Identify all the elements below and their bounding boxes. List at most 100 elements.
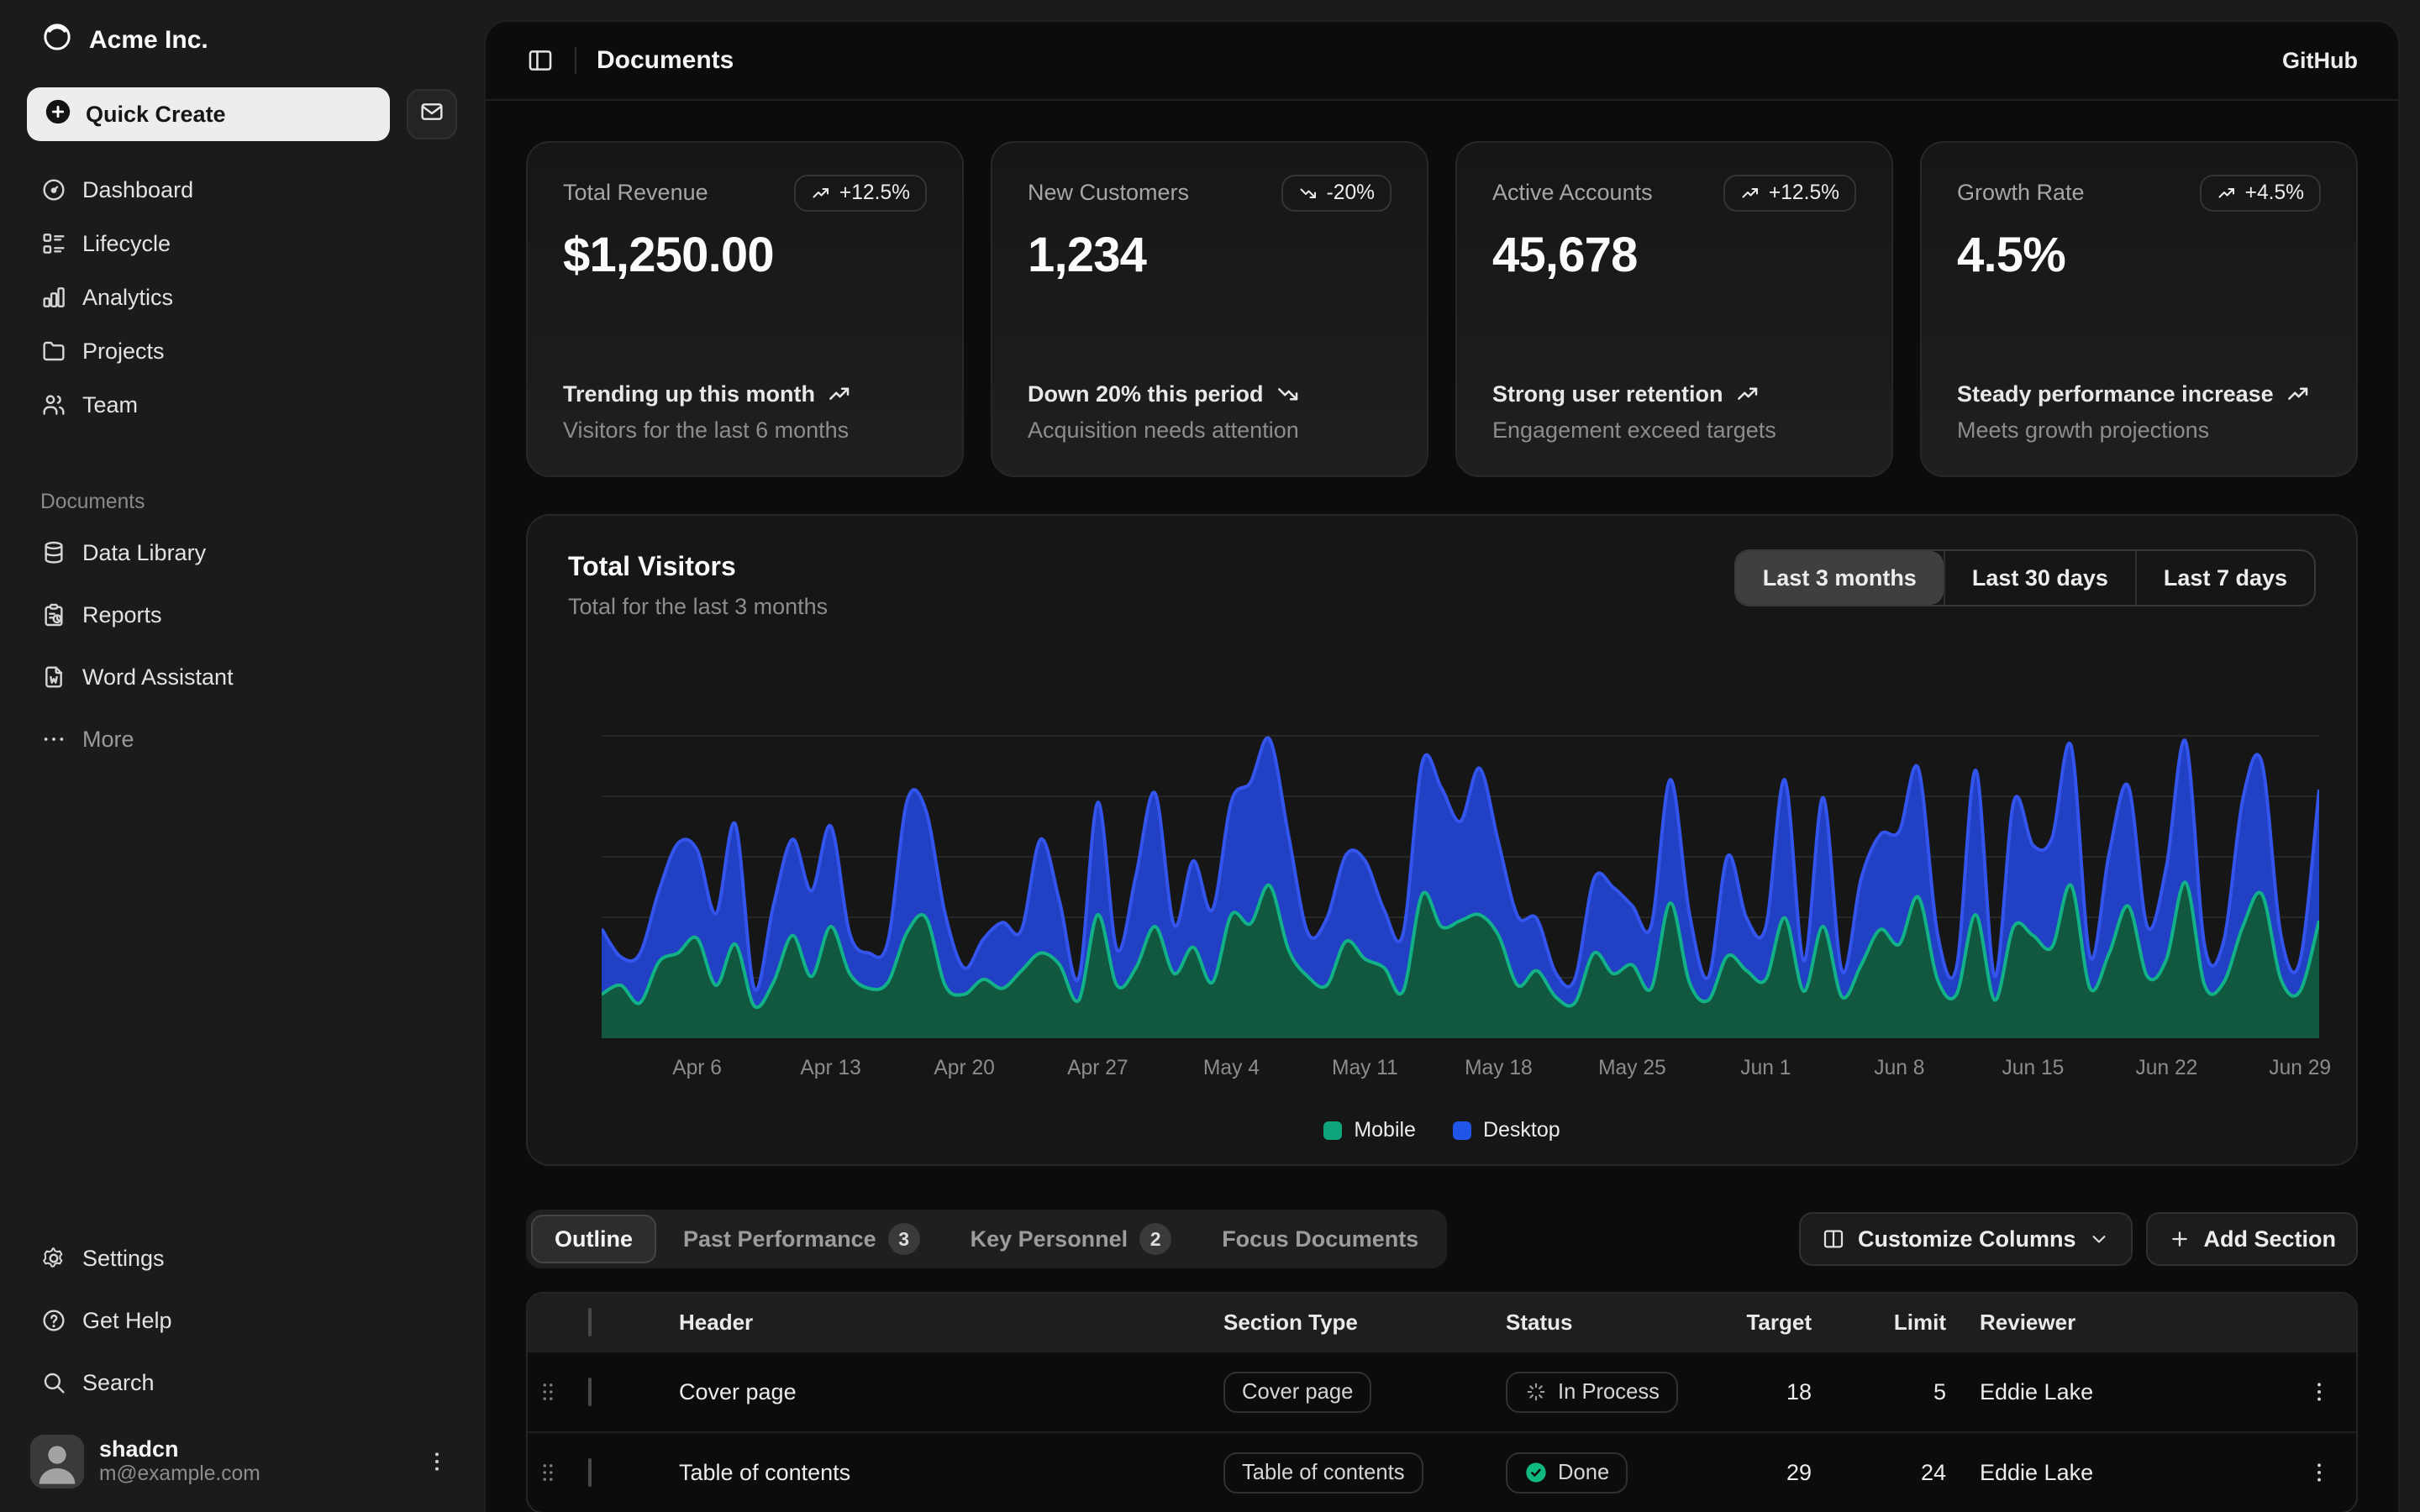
sidebar-item-analytics[interactable]: Analytics <box>27 272 457 323</box>
tab-label: Key Personnel <box>971 1226 1128 1252</box>
trend-badge: -20% <box>1281 175 1392 212</box>
range-button-last-3-months[interactable]: Last 3 months <box>1736 551 1944 605</box>
file-word-icon <box>40 664 67 690</box>
database-icon <box>40 539 67 566</box>
sidebar-item-team[interactable]: Team <box>27 380 457 430</box>
sidebar-item-projects[interactable]: Projects <box>27 326 457 376</box>
stat-card-value: $1,250.00 <box>563 227 927 283</box>
chart-legend: Mobile Desktop <box>528 1118 2356 1142</box>
stat-card-new-customers: New Customers -20% 1,234 Down 20% this p… <box>991 141 1428 477</box>
quick-create-label: Quick Create <box>86 102 226 128</box>
cell-reviewer[interactable]: Eddie Lake <box>1946 1460 2282 1486</box>
chevron-down-icon <box>2087 1227 2111 1251</box>
legend-swatch <box>1323 1121 1342 1140</box>
x-tick-label: Apr 27 <box>1067 1057 1128 1080</box>
inbox-button[interactable] <box>407 89 457 139</box>
sidebar-nav-footer: Settings Get Help Search <box>27 1233 457 1408</box>
trend-badge: +12.5% <box>1723 175 1856 212</box>
cell-reviewer[interactable]: Eddie Lake <box>1946 1379 2282 1405</box>
row-menu-button[interactable] <box>2282 1378 2356 1405</box>
analytics-icon <box>40 284 67 311</box>
stat-card-subnote: Engagement exceed targets <box>1492 417 1856 444</box>
loader-icon <box>1524 1380 1548 1404</box>
cell-target[interactable]: 18 <box>1711 1379 1812 1405</box>
user-name: shadcn <box>99 1436 408 1462</box>
x-tick-label: Jun 8 <box>1874 1057 1924 1080</box>
range-button-last-30-days[interactable]: Last 30 days <box>1944 551 2135 605</box>
tab-past-performance[interactable]: Past Performance3 <box>660 1215 944 1263</box>
trend-badge: +4.5% <box>2200 175 2321 212</box>
sidebar-item-lifecycle[interactable]: Lifecycle <box>27 218 457 269</box>
sidebar-nav-documents: Data Library Reports Word Assistant More <box>27 528 457 764</box>
cell-target[interactable]: 29 <box>1711 1460 1812 1486</box>
github-link[interactable]: GitHub <box>2282 48 2358 74</box>
add-section-button[interactable]: Add Section <box>2146 1212 2358 1266</box>
org-switcher[interactable]: Acme Inc. <box>27 13 457 67</box>
x-tick-label: Apr 6 <box>672 1057 722 1080</box>
sections-table: Header Section Type Status Target Limit … <box>526 1292 2358 1512</box>
sidebar-section-label: Documents <box>27 487 457 517</box>
tab-label: Outline <box>555 1226 633 1252</box>
col-section-type: Section Type <box>1223 1310 1492 1336</box>
sidebar-item-label: Settings <box>82 1246 165 1272</box>
stat-card-subnote: Visitors for the last 6 months <box>563 417 927 444</box>
stat-card-active-accounts: Active Accounts +12.5% 45,678 Strong use… <box>1455 141 1893 477</box>
table-row-table-of-contents: Table of contents Table of contents Done… <box>528 1431 2356 1512</box>
tab-focus-documents[interactable]: Focus Documents <box>1198 1215 1442 1263</box>
stat-card-footnote: Steady performance increase <box>1957 378 2321 411</box>
section-tabs: Outline Past Performance3Key Personnel2Fo… <box>526 1210 1447 1268</box>
range-toggle-group: Last 3 monthsLast 30 daysLast 7 days <box>1734 549 2316 606</box>
app: Acme Inc. Quick Create Dashboard Lifecycl… <box>0 0 2420 1512</box>
sidebar-toggle-icon[interactable] <box>526 46 555 75</box>
sidebar: Acme Inc. Quick Create Dashboard Lifecycl… <box>0 0 484 1512</box>
sidebar-item-data-library[interactable]: Data Library <box>27 528 457 578</box>
tab-key-personnel[interactable]: Key Personnel2 <box>947 1215 1196 1263</box>
drag-handle-icon[interactable] <box>528 1379 568 1404</box>
cell-header[interactable]: Cover page <box>642 1379 1223 1405</box>
sidebar-item-label: Data Library <box>82 540 206 566</box>
cell-limit[interactable]: 24 <box>1812 1460 1946 1486</box>
x-tick-label: Jun 29 <box>2269 1057 2331 1080</box>
row-checkbox[interactable] <box>588 1458 592 1487</box>
main-panel: Documents GitHub Total Revenue +12.5% $1… <box>484 20 2400 1512</box>
row-checkbox[interactable] <box>588 1378 592 1406</box>
row-menu-button[interactable] <box>2282 1459 2356 1486</box>
sidebar-item-label: Search <box>82 1370 155 1396</box>
sidebar-item-search[interactable]: Search <box>27 1357 457 1408</box>
x-tick-label: Apr 20 <box>934 1057 994 1080</box>
section-type-badge: Table of contents <box>1223 1452 1423 1494</box>
legend-item-mobile: Mobile <box>1323 1118 1416 1142</box>
tab-outline[interactable]: Outline <box>531 1215 656 1263</box>
sidebar-item-get-help[interactable]: Get Help <box>27 1295 457 1346</box>
sidebar-item-dashboard[interactable]: Dashboard <box>27 165 457 215</box>
select-all-checkbox[interactable] <box>588 1308 592 1336</box>
dots-icon <box>40 726 67 753</box>
tab-count-badge: 3 <box>888 1223 920 1255</box>
sidebar-item-more[interactable]: More <box>27 714 457 764</box>
stat-card-footnote: Trending up this month <box>563 378 927 411</box>
x-tick-label: May 4 <box>1203 1057 1260 1080</box>
sidebar-item-reports[interactable]: Reports <box>27 590 457 640</box>
user-menu[interactable]: shadcn m@example.com <box>27 1428 457 1488</box>
stat-cards: Total Revenue +12.5% $1,250.00 Trending … <box>526 141 2358 477</box>
dashboard-icon <box>40 176 67 203</box>
org-name: Acme Inc. <box>89 26 208 55</box>
sidebar-item-label: Team <box>82 392 138 418</box>
sidebar-item-word-assistant[interactable]: Word Assistant <box>27 652 457 702</box>
range-button-last-7-days[interactable]: Last 7 days <box>2135 551 2314 605</box>
trending-up-icon <box>2286 381 2311 407</box>
stat-card-footnote: Down 20% this period <box>1028 378 1392 411</box>
cell-limit[interactable]: 5 <box>1812 1379 1946 1405</box>
cell-header[interactable]: Table of contents <box>642 1460 1223 1486</box>
sidebar-item-settings[interactable]: Settings <box>27 1233 457 1284</box>
customize-columns-button[interactable]: Customize Columns <box>1799 1212 2133 1266</box>
x-tick-label: May 18 <box>1465 1057 1533 1080</box>
quick-create-button[interactable]: Quick Create <box>27 87 390 141</box>
legend-item-desktop: Desktop <box>1453 1118 1560 1142</box>
col-limit: Limit <box>1812 1310 1946 1336</box>
sidebar-item-label: Dashboard <box>82 177 193 203</box>
trending-up-icon <box>1735 381 1760 407</box>
drag-handle-icon[interactable] <box>528 1460 568 1485</box>
stat-card-title: Total Revenue <box>563 175 708 206</box>
sidebar-item-label: Analytics <box>82 285 173 311</box>
